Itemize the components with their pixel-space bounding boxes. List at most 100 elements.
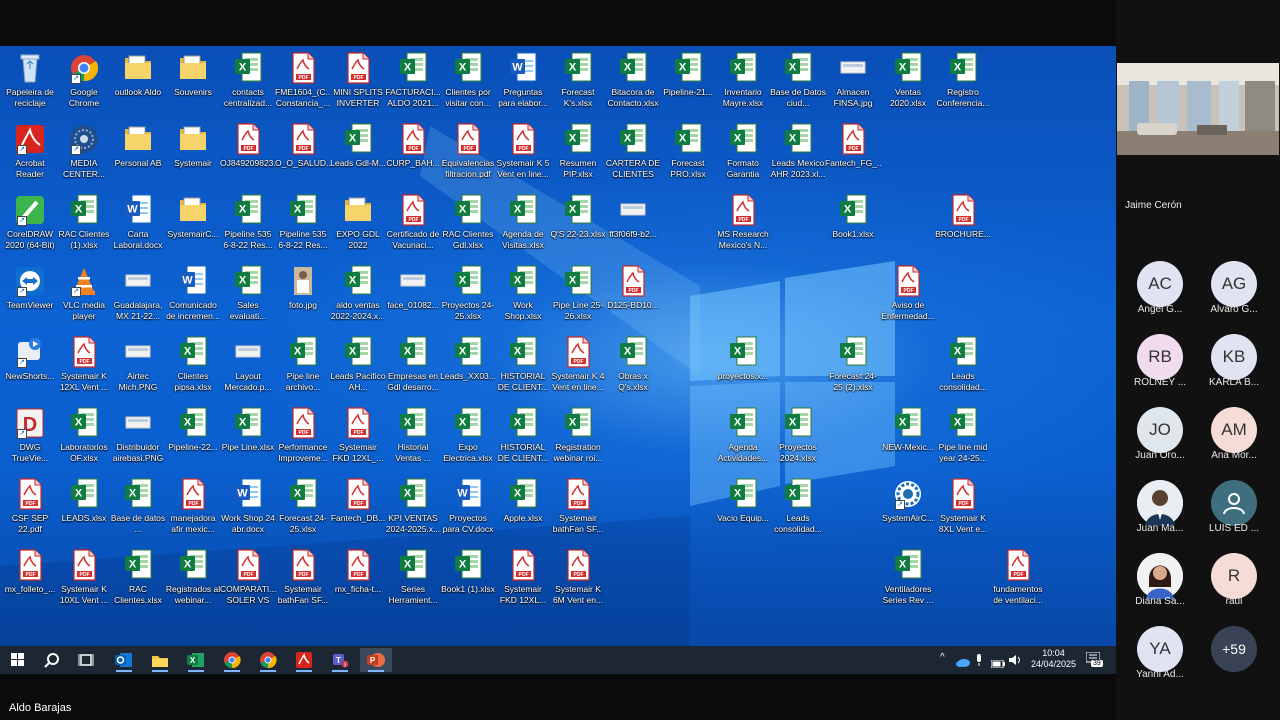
desktop-icon[interactable]: X KPI VENTAS 2024-2025.x...	[385, 474, 441, 546]
desktop-icon[interactable]: PDF mx_ficha-t...	[330, 545, 386, 617]
desktop-icon[interactable]: Distribuidor airebasi.PNG	[110, 403, 166, 475]
desktop-icon[interactable]: X Leads Pacifico AH...	[330, 332, 386, 404]
desktop-icon[interactable]: X Agenda de Visitas.xlsx	[495, 190, 551, 262]
desktop-icon[interactable]: X Registration webinar roi...	[550, 403, 606, 475]
desktop-icon[interactable]: ↗ Google Chrome	[56, 48, 112, 120]
desktop-icon[interactable]: Xaldo ventas 2022-2024.x...	[330, 261, 386, 333]
desktop-icon[interactable]: W Comunicado de incremen...	[165, 261, 221, 333]
desktop-icon[interactable]: X Ventas 2020.xlsx	[880, 48, 936, 120]
desktop-icon[interactable]: X Clientes por visitar con...	[440, 48, 496, 120]
desktop-icon[interactable]: X Laboratorios OF.xlsx	[56, 403, 112, 475]
desktop-icon[interactable]: PDF OJ849209823...	[220, 119, 276, 191]
desktop-icon[interactable]: Systemair	[165, 119, 221, 191]
desktop-icon[interactable]: X Base de Datos ciud...	[770, 48, 826, 120]
desktop-icon[interactable]: X Forecast PRO.xlsx	[660, 119, 716, 191]
desktop-icon[interactable]: ↗ MEDIA CENTER...	[56, 119, 112, 191]
participant-avatar[interactable]: AC	[1137, 261, 1183, 307]
desktop-icon[interactable]: PDF D125-BD10...	[605, 261, 661, 333]
desktop-icon[interactable]: PDF Systemair K 6M Vent en...	[550, 545, 606, 617]
desktop-icon[interactable]: X Pipe Line 25-26.xlsx	[550, 261, 606, 333]
desktop-icon[interactable]: X Forecast 24-25.xlsx	[275, 474, 331, 546]
participant-avatar[interactable]: YA	[1137, 626, 1183, 672]
desktop-icon[interactable]: X Inventario Mayre.xlsx	[715, 48, 771, 120]
desktop-icon[interactable]: W Carta Laboral.docx	[110, 190, 166, 262]
desktop-icon[interactable]: X Pipeline-22...	[165, 403, 221, 475]
desktop-icon[interactable]: X Series Herramient...	[385, 545, 441, 617]
desktop-icon[interactable]: X Pipeline 535 6-8-22 Res...	[275, 190, 331, 262]
desktop-icon[interactable]: W Proyectos para CV.docx	[440, 474, 496, 546]
outlook-icon[interactable]	[108, 648, 140, 672]
desktop-icon[interactable]: X Registrados al webinar...	[165, 545, 221, 617]
desktop-icon[interactable]: X Proyectos 2024.xlsx	[770, 403, 826, 475]
desktop-icon[interactable]: W Preguntas para elabor...	[495, 48, 551, 120]
search-icon[interactable]	[36, 648, 68, 672]
desktop-icon[interactable]: X Leads Mexico AHR 2023.xl...	[770, 119, 826, 191]
desktop-icon[interactable]: ↗ VLC media player	[56, 261, 112, 333]
desktop-icon[interactable]: PDF fundamentos de ventilaci...	[990, 545, 1046, 617]
desktop-icon[interactable]: PDF MS Research Mexico's N...	[715, 190, 771, 262]
volume-icon[interactable]	[1009, 653, 1023, 671]
desktop-icon[interactable]: X Bitacora de Contacto.xlsx	[605, 48, 661, 120]
desktop-icon[interactable]: ↗ CorelDRAW 2020 (64-Bit)	[2, 190, 58, 262]
desktop-icon[interactable]: PDF O_O_SALUD...	[275, 119, 331, 191]
desktop-icon[interactable]: outlook Aldo	[110, 48, 166, 120]
desktop-icon[interactable]: PDF FME1604_(C... Constancia_...	[275, 48, 331, 120]
participant-avatar[interactable]: KB	[1211, 334, 1257, 380]
desktop-icon[interactable]: PDF Systemair K 4 Vent en line...	[550, 332, 606, 404]
teams-icon[interactable]: T3	[324, 648, 356, 672]
desktop-icon[interactable]: PDF MINI SPLITS INVERTER L...	[330, 48, 386, 120]
desktop-icon[interactable]: PDF Systemair FKD 12XL_...	[330, 403, 386, 475]
desktop-icon[interactable]: X Forecast K's.xlsx	[550, 48, 606, 120]
desktop-icon[interactable]: X HISTORIAL DE CLIENT...	[495, 332, 551, 404]
desktop-icon[interactable]: PDF Fantech_FG_...	[825, 119, 881, 191]
desktop-icon[interactable]: X Pipe line mid year 24-25...	[935, 403, 991, 475]
microphone-icon[interactable]	[975, 653, 983, 671]
desktop-icon[interactable]: PDF Equivalencias filtracion.pdf	[440, 119, 496, 191]
desktop-icon[interactable]: X RAC Clientes.xlsx	[110, 545, 166, 617]
file-explorer-icon[interactable]	[144, 648, 176, 672]
participant-avatar[interactable]: JO	[1137, 407, 1183, 453]
desktop-icon[interactable]: PDF CSF SEP 22.pdf	[2, 474, 58, 546]
desktop-icon[interactable]: X Clientes pipsa.xlsx	[165, 332, 221, 404]
desktop-icon[interactable]: PDF Systemair bathFan SF...	[275, 545, 331, 617]
system-clock[interactable]: 10:04 24/04/2025	[1031, 648, 1076, 670]
desktop-icon[interactable]: Papeleira de reciclaje	[2, 48, 58, 120]
desktop-icon[interactable]: EXPO GDL 2022	[330, 190, 386, 262]
desktop-icon[interactable]: X Leads_XX03...	[440, 332, 496, 404]
participant-avatar[interactable]	[1137, 553, 1183, 599]
desktop-icon[interactable]: foto.jpg	[275, 261, 331, 333]
desktop-icon[interactable]: Personal AB	[110, 119, 166, 191]
participant-avatar[interactable]: RB	[1137, 334, 1183, 380]
desktop-icon[interactable]: X Leads Gdl-M...	[330, 119, 386, 191]
acrobat-icon[interactable]	[288, 648, 320, 672]
chrome-icon[interactable]	[252, 648, 284, 672]
desktop-icon[interactable]: PDF mx_folleto_...	[2, 545, 58, 617]
desktop-icon[interactable]: X Formato Garantia Sys...	[715, 119, 771, 191]
desktop-icon[interactable]: ↗ SystemAirC...	[880, 474, 936, 546]
desktop-icon[interactable]: PDF Aviso de Enfermedad...	[880, 261, 936, 333]
participant-avatar[interactable]: AM	[1211, 407, 1257, 453]
desktop-icon[interactable]: X Work Shop.xlsx	[495, 261, 551, 333]
desktop-icon[interactable]: X LEADS.xlsx	[56, 474, 112, 546]
desktop-icon[interactable]: D ↗ DWG TrueVie...	[2, 403, 58, 475]
start-icon[interactable]	[2, 648, 34, 672]
desktop-icon[interactable]: X Leads consolidad...	[935, 332, 991, 404]
notifications-button[interactable]: 39	[1085, 651, 1106, 669]
participant-avatar[interactable]	[1211, 480, 1257, 526]
desktop-icon[interactable]: PDF Fantech_DB...	[330, 474, 386, 546]
desktop-icon[interactable]: SystemairC...	[165, 190, 221, 262]
desktop-icon[interactable]: ff3f06f9-b2...	[605, 190, 661, 262]
desktop-icon[interactable]: Guadalajara, MX 21-22...	[110, 261, 166, 333]
desktop-icon[interactable]: Layout Mercado.p...	[220, 332, 276, 404]
desktop-icon[interactable]: Airtec Mich.PNG	[110, 332, 166, 404]
desktop-icon[interactable]: ↗ NewShorts...	[2, 332, 58, 404]
battery-icon[interactable]	[990, 655, 1005, 673]
desktop-icon[interactable]: X Resumen PIP.xlsx	[550, 119, 606, 191]
more-participants-button[interactable]: +59	[1211, 626, 1257, 672]
desktop-icon[interactable]: X Leads consolidad...	[770, 474, 826, 546]
desktop-icon[interactable]: PDF Certificado de Vacunaci...	[385, 190, 441, 262]
desktop-icon[interactable]: Xproyectos.x...	[715, 332, 771, 404]
desktop-icon[interactable]: face_01082...	[385, 261, 441, 333]
desktop-icon[interactable]: ↗ Acrobat Reader	[2, 119, 58, 191]
desktop-icon[interactable]: PDF Systemair K 10XL Vent ...	[56, 545, 112, 617]
